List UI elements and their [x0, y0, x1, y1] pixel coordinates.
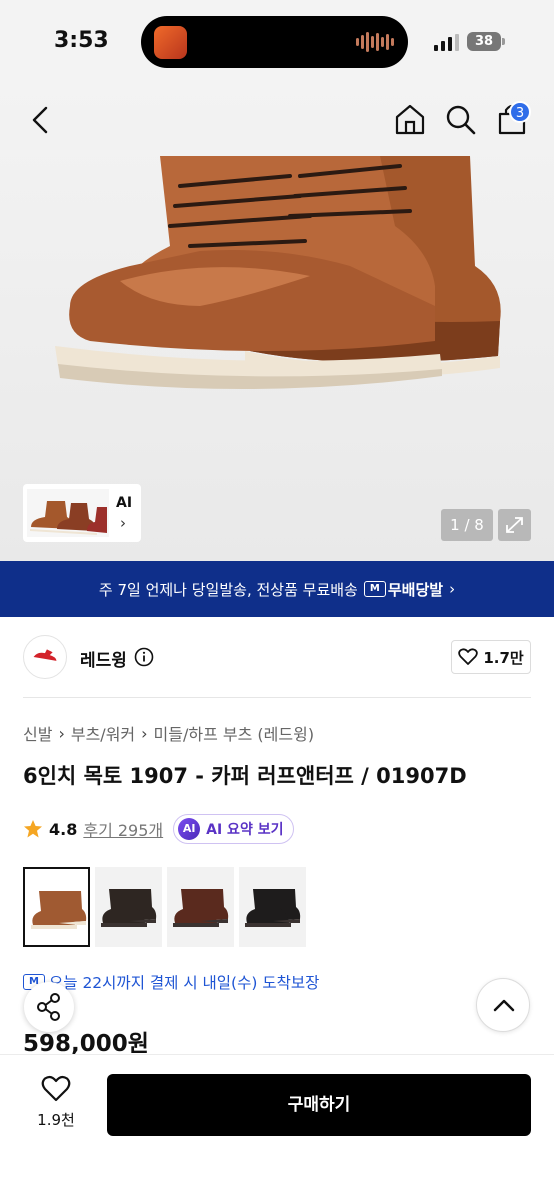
- bottom-action-bar: 1.9천 구매하기: [0, 1054, 554, 1200]
- mubaedangbal-badge: M 무배당발: [363, 579, 444, 600]
- color-option-image: [173, 889, 229, 927]
- chevron-up-icon: [493, 999, 515, 1012]
- color-option[interactable]: [95, 867, 162, 947]
- color-option[interactable]: [239, 867, 306, 947]
- status-time: 3:53: [54, 28, 109, 53]
- chevron-right-icon: ›: [120, 514, 126, 532]
- scroll-top-button[interactable]: [476, 978, 530, 1032]
- audio-wave-icon: [356, 32, 394, 52]
- thumbnail-image: [27, 489, 109, 537]
- signal-icon: [434, 34, 459, 51]
- ai-thumbnail[interactable]: AI ›: [23, 484, 141, 542]
- product-gallery[interactable]: AI › 1 / 8: [0, 84, 554, 561]
- color-option-image: [31, 891, 87, 929]
- badge-label: 무배당발: [387, 580, 444, 599]
- brand-name[interactable]: 레드윙: [80, 646, 127, 671]
- product-image: [55, 156, 501, 390]
- buy-button[interactable]: 구매하기: [107, 1074, 531, 1136]
- breadcrumb: 신발 › 부츠/워커 › 미들/하프 부츠 (레드윙): [23, 721, 314, 745]
- product-title: 6인치 목토 1907 - 카퍼 러프앤터프 / 01907D: [23, 764, 467, 788]
- brand-logo[interactable]: [23, 635, 67, 679]
- color-option[interactable]: [23, 867, 90, 947]
- delivery-text: 오늘 22시까지 결제 시 내일(수) 도착보장: [49, 974, 320, 992]
- divider: [23, 697, 531, 698]
- wishlist-button[interactable]: 1.9천: [26, 1075, 86, 1135]
- breadcrumb-item[interactable]: 신발: [23, 721, 52, 745]
- battery-tip: [502, 38, 505, 45]
- mubaedangbal-icon: M: [363, 581, 386, 597]
- share-icon: [37, 993, 60, 1021]
- home-icon[interactable]: [394, 102, 426, 136]
- status-bar: 3:53 38: [0, 0, 554, 84]
- info-icon[interactable]: [134, 647, 154, 667]
- banner-text: 주 7일 언제나 당일발송, 전상품 무료배송: [98, 580, 358, 599]
- brand-like-button[interactable]: 1.7만: [451, 640, 531, 674]
- ai-icon: AI: [178, 818, 201, 840]
- ai-summary-label: AI 요약 보기: [206, 822, 284, 838]
- brand-like-count: 1.7만: [483, 648, 524, 667]
- ai-label: AI: [116, 495, 133, 511]
- promo-banner[interactable]: 주 7일 언제나 당일발송, 전상품 무료배송 M 무배당발 ›: [0, 561, 554, 617]
- chevron-right-icon: ›: [58, 723, 65, 743]
- heart-icon: [41, 1075, 71, 1102]
- battery-icon: 38: [467, 32, 501, 51]
- breadcrumb-item[interactable]: 미들/하프 부츠 (레드윙): [154, 721, 315, 745]
- ai-summary-button[interactable]: AI AI 요약 보기: [173, 814, 295, 844]
- color-option[interactable]: [167, 867, 234, 947]
- color-options: [23, 867, 306, 947]
- rating-row: 4.8 후기 295개 AI AI 요약 보기: [23, 814, 295, 844]
- image-pager: 1 / 8: [441, 509, 493, 541]
- heart-icon: [458, 648, 479, 665]
- rating-score: 4.8: [49, 819, 78, 839]
- back-icon[interactable]: [26, 104, 56, 136]
- app-icon: [154, 26, 187, 59]
- cart-count-badge: 3: [509, 101, 531, 123]
- expand-icon[interactable]: [498, 509, 531, 541]
- share-button[interactable]: [24, 982, 74, 1032]
- breadcrumb-item[interactable]: 부츠/워커: [71, 721, 135, 745]
- wishlist-count: 1.9천: [37, 1111, 75, 1129]
- star-icon: [24, 820, 42, 838]
- chevron-right-icon: ›: [141, 723, 148, 743]
- color-option-image: [245, 889, 301, 927]
- search-icon[interactable]: [444, 102, 476, 136]
- chevron-right-icon: ›: [449, 580, 456, 598]
- review-count-link[interactable]: 후기 295개: [83, 817, 163, 841]
- color-option-image: [101, 889, 157, 927]
- dynamic-island: [141, 16, 408, 68]
